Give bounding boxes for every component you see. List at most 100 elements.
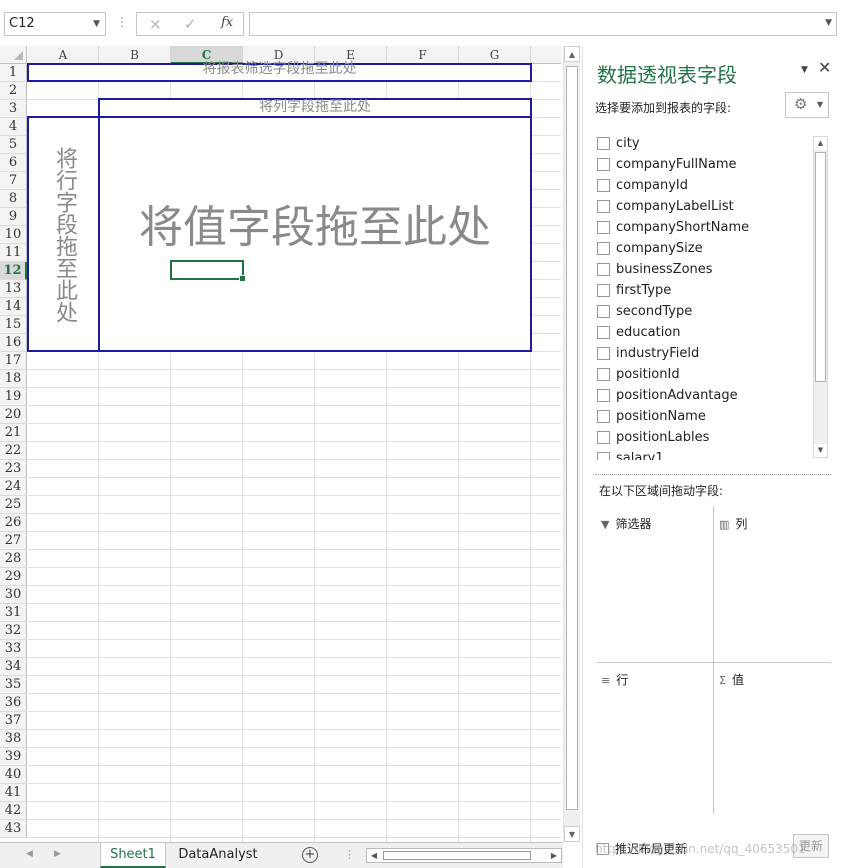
row-header-39[interactable]: 39: [0, 748, 27, 766]
field-checkbox[interactable]: [597, 347, 610, 360]
row-header-29[interactable]: 29: [0, 568, 27, 586]
row-header-5[interactable]: 5: [0, 136, 27, 154]
update-button[interactable]: 更新: [793, 834, 829, 858]
field-item-companyfullname[interactable]: companyFullName: [595, 155, 809, 175]
row-header-42[interactable]: 42: [0, 802, 27, 820]
cancel-icon[interactable]: ×: [149, 15, 162, 33]
more-icon[interactable]: ⋮: [116, 15, 128, 29]
row-header-19[interactable]: 19: [0, 388, 27, 406]
insert-function-icon[interactable]: fx: [221, 15, 233, 30]
row-header-11[interactable]: 11: [0, 244, 27, 262]
row-header-7[interactable]: 7: [0, 172, 27, 190]
scroll-left-icon[interactable]: ◀: [367, 849, 381, 862]
row-header-37[interactable]: 37: [0, 712, 27, 730]
row-header-34[interactable]: 34: [0, 658, 27, 676]
tools-button[interactable]: ⚙ ▼: [785, 92, 829, 118]
field-item-companyid[interactable]: companyId: [595, 176, 809, 196]
defer-checkbox[interactable]: [597, 843, 609, 855]
scroll-down-icon[interactable]: ▼: [564, 826, 580, 842]
scroll-thumb[interactable]: [566, 66, 578, 810]
row-header-36[interactable]: 36: [0, 694, 27, 712]
row-header-6[interactable]: 6: [0, 154, 27, 172]
row-header-1[interactable]: 1: [0, 64, 27, 82]
field-item-salary1[interactable]: salary1: [595, 449, 809, 460]
row-header-12[interactable]: 12: [0, 262, 27, 280]
scroll-down-icon[interactable]: ▼: [814, 444, 827, 457]
field-checkbox[interactable]: [597, 305, 610, 318]
row-header-4[interactable]: 4: [0, 118, 27, 136]
sheet-tab-dataanalyst[interactable]: DataAnalyst: [170, 843, 266, 868]
expand-formula-icon[interactable]: ▼: [825, 18, 832, 28]
select-all-button[interactable]: [0, 46, 27, 64]
more-icon[interactable]: ⋮: [344, 848, 355, 861]
row-header-15[interactable]: 15: [0, 316, 27, 334]
add-sheet-icon[interactable]: +: [302, 847, 318, 863]
field-checkbox[interactable]: [597, 326, 610, 339]
field-checkbox[interactable]: [597, 452, 610, 460]
field-checkbox[interactable]: [597, 200, 610, 213]
scroll-right-icon[interactable]: ▶: [547, 849, 561, 862]
row-header-32[interactable]: 32: [0, 622, 27, 640]
chevron-down-icon[interactable]: ▼: [93, 13, 100, 35]
field-item-positionid[interactable]: positionId: [595, 365, 809, 385]
row-header-35[interactable]: 35: [0, 676, 27, 694]
field-checkbox[interactable]: [597, 284, 610, 297]
row-header-26[interactable]: 26: [0, 514, 27, 532]
field-item-positionname[interactable]: positionName: [595, 407, 809, 427]
field-checkbox[interactable]: [597, 137, 610, 150]
field-checkbox[interactable]: [597, 410, 610, 423]
field-item-city[interactable]: city: [595, 134, 809, 154]
row-header-38[interactable]: 38: [0, 730, 27, 748]
row-header-23[interactable]: 23: [0, 460, 27, 478]
field-item-positionlables[interactable]: positionLables: [595, 428, 809, 448]
formula-input[interactable]: ▼: [249, 12, 837, 36]
vertical-scrollbar[interactable]: ▲ ▼: [563, 46, 580, 842]
field-list-scrollbar[interactable]: ▲ ▼: [813, 136, 828, 458]
scroll-up-icon[interactable]: ▲: [814, 137, 827, 150]
row-header-2[interactable]: 2: [0, 82, 27, 100]
row-header-16[interactable]: 16: [0, 334, 27, 352]
row-header-28[interactable]: 28: [0, 550, 27, 568]
row-header-17[interactable]: 17: [0, 352, 27, 370]
field-item-companysize[interactable]: companySize: [595, 239, 809, 259]
row-header-31[interactable]: 31: [0, 604, 27, 622]
sheet-tab-sheet1[interactable]: Sheet1: [100, 843, 166, 868]
field-item-industryfield[interactable]: industryField: [595, 344, 809, 364]
column-header-partial[interactable]: [531, 46, 561, 64]
field-item-education[interactable]: education: [595, 323, 809, 343]
row-header-3[interactable]: 3: [0, 100, 27, 118]
row-header-9[interactable]: 9: [0, 208, 27, 226]
field-checkbox[interactable]: [597, 431, 610, 444]
field-item-positionadvantage[interactable]: positionAdvantage: [595, 386, 809, 406]
field-scroll-thumb[interactable]: [815, 152, 826, 382]
field-checkbox[interactable]: [597, 263, 610, 276]
field-item-firsttype[interactable]: firstType: [595, 281, 809, 301]
row-header-24[interactable]: 24: [0, 478, 27, 496]
row-header-21[interactable]: 21: [0, 424, 27, 442]
row-header-30[interactable]: 30: [0, 586, 27, 604]
name-box[interactable]: C12 ▼: [4, 12, 106, 36]
row-header-10[interactable]: 10: [0, 226, 27, 244]
scroll-up-icon[interactable]: ▲: [564, 46, 580, 62]
field-checkbox[interactable]: [597, 242, 610, 255]
pane-options-icon[interactable]: ▼: [801, 65, 808, 75]
enter-icon[interactable]: ✓: [184, 15, 197, 33]
row-header-25[interactable]: 25: [0, 496, 27, 514]
field-item-businesszones[interactable]: businessZones: [595, 260, 809, 280]
row-header-20[interactable]: 20: [0, 406, 27, 424]
defer-layout-update[interactable]: 推迟布局更新: [597, 840, 687, 857]
next-sheet-icon[interactable]: ▶: [54, 849, 61, 859]
hscroll-thumb[interactable]: [383, 851, 531, 860]
row-header-22[interactable]: 22: [0, 442, 27, 460]
prev-sheet-icon[interactable]: ◀: [26, 849, 33, 859]
field-item-companyshortname[interactable]: companyShortName: [595, 218, 809, 238]
field-item-secondtype[interactable]: secondType: [595, 302, 809, 322]
row-header-41[interactable]: 41: [0, 784, 27, 802]
field-checkbox[interactable]: [597, 389, 610, 402]
field-checkbox[interactable]: [597, 158, 610, 171]
field-checkbox[interactable]: [597, 221, 610, 234]
row-header-8[interactable]: 8: [0, 190, 27, 208]
field-checkbox[interactable]: [597, 179, 610, 192]
active-cell[interactable]: [170, 260, 246, 282]
row-header-14[interactable]: 14: [0, 298, 27, 316]
